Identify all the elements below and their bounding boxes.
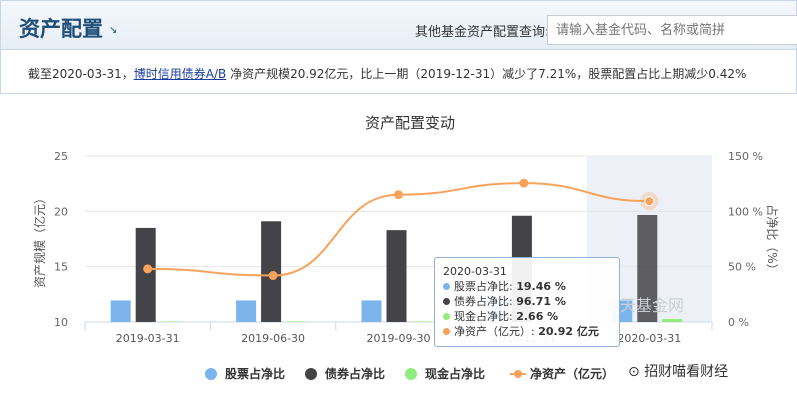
chart-title: 资产配置变动 xyxy=(365,114,455,132)
y-right-tick: 0 % xyxy=(728,316,749,329)
bar-bond xyxy=(386,230,407,322)
series-dot-icon xyxy=(443,283,450,290)
bar-cash xyxy=(160,321,181,322)
tooltip-row: 现金占净比: 2.66 % xyxy=(443,309,611,324)
y-left-tick: 15 xyxy=(54,261,68,274)
tooltip-value: 2.66 % xyxy=(516,310,559,323)
y-left-label: 资产规模（亿元） xyxy=(32,192,47,288)
bar-cash xyxy=(411,321,432,322)
x-tick-label: 2019-03-31 xyxy=(116,332,180,345)
bar-bond xyxy=(261,221,282,322)
legend-marker-icon xyxy=(405,368,417,380)
bar-cash xyxy=(662,319,683,322)
tooltip-value: 19.46 % xyxy=(516,280,566,293)
bar-stock xyxy=(110,300,131,322)
legend-marker-icon xyxy=(305,368,317,380)
y-right-tick: 150 % xyxy=(728,150,763,163)
bar-stock xyxy=(361,300,382,322)
y-left-tick: 10 xyxy=(54,316,68,329)
net-asset-point xyxy=(143,264,153,274)
y-right-tick: 100 % xyxy=(728,205,763,218)
net-asset-point xyxy=(394,190,403,200)
y-right-tick: 50 % xyxy=(728,261,756,274)
tooltip-row: 净资产（亿元）: 20.92 亿元 xyxy=(443,324,611,339)
wechat-watermark: ⊙ 招财喵看财经 xyxy=(628,364,729,380)
legend-item: 净资产（亿元） xyxy=(530,366,614,381)
tooltip: 2020-03-31 股票占净比: 19.46 % 债券占净比: 96.71 % 现… xyxy=(434,257,620,347)
page-title: 资产配置 xyxy=(19,17,103,41)
x-tick-label: 2019-09-30 xyxy=(367,332,431,345)
query-label: 其他基金资产配置查询: xyxy=(415,25,550,40)
legend-marker-icon xyxy=(514,370,522,378)
net-asset-point xyxy=(268,271,278,281)
legend-item: 股票占净比 xyxy=(225,366,285,381)
fund-link[interactable]: 博时信用债券A/B xyxy=(134,67,227,81)
tooltip-date: 2020-03-31 xyxy=(443,265,507,278)
bar-bond xyxy=(135,227,156,322)
y-right-label: 占净比（%） xyxy=(765,204,780,275)
legend-marker-icon xyxy=(205,368,217,380)
bar-stock xyxy=(236,300,257,322)
net-asset-point xyxy=(519,178,529,188)
tooltip-label: 债券占净比: xyxy=(454,295,517,308)
tooltip-label: 净资产（亿元）: xyxy=(454,325,539,338)
summary-suffix: 净资产规模20.92亿元，比上一期（2019-12-31）减少了7.21%，股票… xyxy=(226,67,747,81)
x-tick-label: 2019-06-30 xyxy=(241,332,305,345)
tooltip-value: 96.71 % xyxy=(516,295,566,308)
net-asset-point xyxy=(644,196,655,207)
tooltip-label: 股票占净比: xyxy=(454,280,517,293)
y-left-tick: 20 xyxy=(54,205,68,218)
summary: 截至2020-03-31，博时信用债券A/B 净资产规模20.92亿元，比上一期… xyxy=(0,50,797,94)
tooltip-row: 债券占净比: 96.71 % xyxy=(443,294,611,309)
summary-prefix: 截至2020-03-31， xyxy=(28,67,134,81)
tooltip-value: 20.92 亿元 xyxy=(538,325,599,338)
legend-item: 现金占净比 xyxy=(425,366,485,381)
wechat-text: 招财喵看财经 xyxy=(644,364,729,380)
series-dot-icon xyxy=(443,313,450,320)
header: 资产配置 ↘ 其他基金资产配置查询: xyxy=(0,0,797,50)
expand-arrow-icon[interactable]: ↘ xyxy=(109,25,117,36)
series-dot-icon xyxy=(443,298,450,305)
fund-search-input[interactable] xyxy=(547,15,797,45)
hover-halo xyxy=(640,192,659,211)
x-tick-label: 2020-03-31 xyxy=(617,332,681,345)
y-left-tick: 25 xyxy=(54,150,68,163)
tooltip-label: 现金占净比: xyxy=(454,310,517,323)
legend-item: 债券占净比 xyxy=(325,366,385,381)
series-dot-icon xyxy=(443,328,450,335)
bar-cash xyxy=(286,321,307,322)
tooltip-row: 股票占净比: 19.46 % xyxy=(443,279,611,294)
